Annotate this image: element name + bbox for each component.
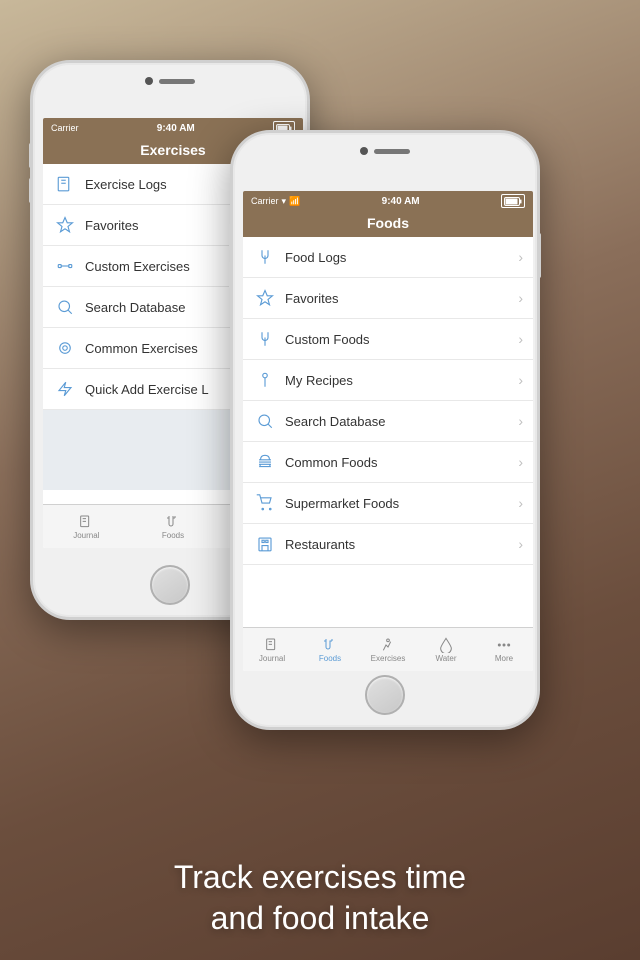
search-icon-food [253, 409, 277, 433]
dumbbell-icon [53, 254, 77, 278]
tab-more-food[interactable]: More [475, 637, 533, 663]
chevron-supermarket: › [518, 495, 523, 511]
list-item-my-recipes[interactable]: My Recipes › [243, 360, 533, 401]
star-icon-ex [53, 213, 77, 237]
list-item-search-database[interactable]: Search Database › [243, 401, 533, 442]
chevron-common-foods: › [518, 454, 523, 470]
screen-foods: Carrier ▾ 📶 9:40 AM Foods [243, 191, 533, 671]
carrier-back: Carrier [51, 123, 79, 133]
home-button-front[interactable] [365, 675, 405, 715]
time-front: 9:40 AM [382, 196, 420, 207]
promo-text: Track exercises time and food intake [0, 857, 640, 940]
list-item-common-foods[interactable]: Common Foods › [243, 442, 533, 483]
list-item-food-logs[interactable]: Food Logs › [243, 237, 533, 278]
list-item-favorites-food[interactable]: Favorites › [243, 278, 533, 319]
tab-exercises-food[interactable]: Exercises [359, 637, 417, 663]
camera-back [145, 77, 195, 85]
time-back: 9:40 AM [157, 123, 195, 134]
nav-title-exercises: Exercises [140, 142, 205, 158]
list-item-supermarket[interactable]: Supermarket Foods › [243, 483, 533, 524]
tab-foods-ex[interactable]: Foods [130, 514, 217, 540]
common-foods-label: Common Foods [285, 455, 518, 470]
custom-foods-label: Custom Foods [285, 332, 518, 347]
food-logs-label: Food Logs [285, 250, 518, 265]
building-icon [253, 532, 277, 556]
battery-front [501, 194, 525, 207]
star-icon-food [253, 286, 277, 310]
journal-icon [53, 172, 77, 196]
tab-foods-food[interactable]: Foods [301, 637, 359, 663]
list-item-custom-foods[interactable]: Custom Foods › [243, 319, 533, 360]
chevron-restaurants: › [518, 536, 523, 552]
restaurants-label: Restaurants [285, 537, 518, 552]
tab-foods-food-label: Foods [319, 654, 341, 663]
fork2-icon [253, 327, 277, 351]
nav-title-foods: Foods [367, 215, 409, 231]
tab-water-food-label: Water [435, 654, 456, 663]
promo-line1: Track exercises time [174, 859, 466, 895]
chevron-custom-foods: › [518, 331, 523, 347]
camera-front [360, 147, 410, 155]
carrier-front: Carrier [251, 196, 279, 206]
tab-water-food[interactable]: Water [417, 637, 475, 663]
chevron-food-logs: › [518, 249, 523, 265]
tab-exercises-food-label: Exercises [371, 654, 406, 663]
cart-icon [253, 491, 277, 515]
promo-line2: and food intake [211, 900, 430, 936]
tab-journal-food[interactable]: Journal [243, 637, 301, 663]
tab-bar-foods: Journal Foods Exercises Water More [243, 627, 533, 671]
circle-icon-ex [53, 336, 77, 360]
tab-foods-ex-label: Foods [162, 531, 184, 540]
search-icon-ex [53, 295, 77, 319]
favorites-food-label: Favorites [285, 291, 518, 306]
tab-journal-food-label: Journal [259, 654, 285, 663]
supermarket-label: Supermarket Foods [285, 496, 518, 511]
list-item-restaurants[interactable]: Restaurants › [243, 524, 533, 565]
spoon-icon [253, 368, 277, 392]
phone-foods: Carrier ▾ 📶 9:40 AM Foods [230, 130, 540, 730]
my-recipes-label: My Recipes [285, 373, 518, 388]
lightning-icon [53, 377, 77, 401]
status-bar-front: Carrier ▾ 📶 9:40 AM [243, 191, 533, 209]
nav-header-foods: Foods [243, 209, 533, 237]
search-database-label: Search Database [285, 414, 518, 429]
home-button-back[interactable] [150, 565, 190, 605]
chevron-search-db: › [518, 413, 523, 429]
burger-icon [253, 450, 277, 474]
tab-journal-ex[interactable]: Journal [43, 514, 130, 540]
chevron-favorites-food: › [518, 290, 523, 306]
fork-icon [253, 245, 277, 269]
chevron-my-recipes: › [518, 372, 523, 388]
tab-more-food-label: More [495, 654, 513, 663]
tab-journal-ex-label: Journal [73, 531, 99, 540]
